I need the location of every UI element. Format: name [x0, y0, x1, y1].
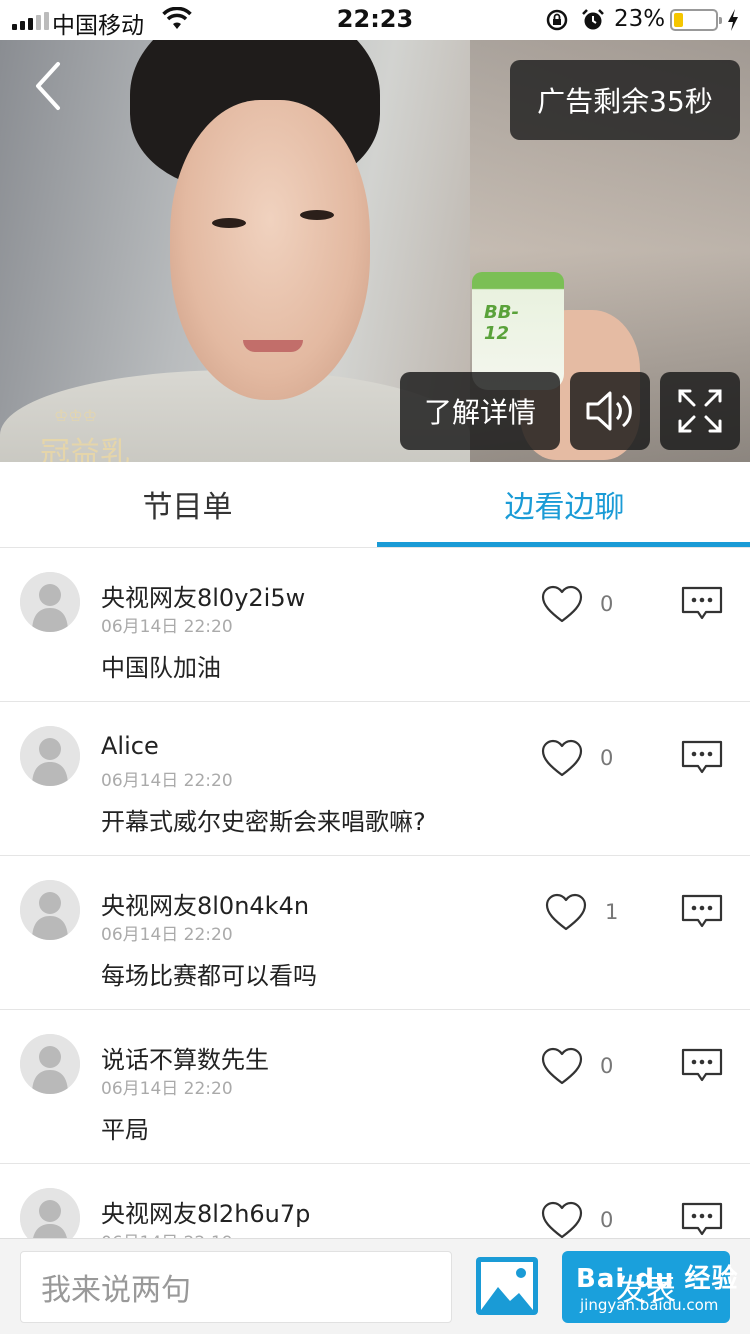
heart-icon[interactable] — [540, 1200, 584, 1238]
charging-icon — [728, 9, 738, 31]
avatar[interactable] — [20, 1188, 80, 1238]
tab-bar: 节目单 边看边聊 — [0, 462, 750, 548]
default-avatar-icon — [20, 1188, 80, 1238]
comment-timestamp: 06月14日 22:20 — [101, 771, 233, 791]
battery-percent: 23% — [614, 6, 666, 32]
default-avatar-icon — [20, 572, 80, 632]
comment-item: Alice 06月14日 22:20 开幕式威尔史密斯会来唱歌嘛? 0 — [0, 702, 750, 856]
status-bar: 中国移动 22:23 23% — [0, 0, 750, 40]
comment-input[interactable]: 我来说两句 — [20, 1251, 452, 1323]
heart-icon[interactable] — [540, 1046, 584, 1086]
comment-text: 中国队加油 — [101, 654, 221, 682]
battery-icon — [670, 9, 722, 31]
comment-timestamp: 06月14日 22:20 — [101, 925, 233, 945]
volume-button[interactable] — [570, 372, 650, 450]
avatar[interactable] — [20, 880, 80, 940]
avatar[interactable] — [20, 726, 80, 786]
comment-username[interactable]: 央视网友8l0y2i5w — [101, 578, 305, 613]
heart-icon[interactable] — [540, 584, 584, 624]
like-count: 0 — [600, 1208, 614, 1232]
comment-composer: 我来说两句 发表 — [0, 1238, 750, 1334]
tab-watch-and-chat[interactable]: 边看边聊 — [377, 462, 750, 546]
back-button[interactable] — [24, 58, 72, 114]
comment-text: 开幕式威尔史密斯会来唱歌嘛? — [101, 808, 426, 836]
reply-bubble-icon[interactable] — [680, 1046, 724, 1086]
comment-timestamp: 06月14日 22:20 — [101, 1079, 233, 1099]
heart-icon[interactable] — [544, 892, 588, 932]
avatar[interactable] — [20, 572, 80, 632]
reply-bubble-icon[interactable] — [680, 892, 724, 932]
presenter-face — [170, 100, 370, 400]
comment-timestamp: 06月14日 22:20 — [101, 617, 233, 637]
ad-countdown: 广告剩余35秒 — [510, 60, 740, 140]
speaker-icon — [586, 391, 632, 431]
comment-item: 央视网友8l0n4k4n 06月14日 22:20 每场比赛都可以看吗 1 — [0, 856, 750, 1010]
send-button[interactable]: 发表 — [562, 1251, 730, 1323]
comment-username[interactable]: 央视网友8l2h6u7p — [101, 1194, 310, 1229]
product-label: BB-12 — [484, 302, 519, 344]
comment-list[interactable]: 央视网友8l0y2i5w 06月14日 22:20 中国队加油 0 Alice … — [0, 548, 750, 1238]
comment-username[interactable]: 央视网友8l0n4k4n — [101, 886, 309, 921]
brand-logo: ♔♔♔ 冠益乳 — [40, 406, 130, 462]
like-count: 1 — [605, 900, 619, 924]
comment-text: 平局 — [101, 1116, 149, 1144]
default-avatar-icon — [20, 880, 80, 940]
like-count: 0 — [600, 1054, 614, 1078]
comment-item: 央视网友8l2h6u7p 06月14日 22:19 0 — [0, 1164, 750, 1238]
avatar[interactable] — [20, 1034, 80, 1094]
reply-bubble-icon[interactable] — [680, 1200, 724, 1238]
default-avatar-icon — [20, 726, 80, 786]
comment-item: 说话不算数先生 06月14日 22:20 平局 0 — [0, 1010, 750, 1164]
comment-username[interactable]: Alice — [101, 732, 159, 760]
reply-bubble-icon[interactable] — [680, 738, 724, 778]
rotation-lock-icon — [546, 9, 568, 31]
tab-program-list[interactable]: 节目单 — [0, 462, 375, 546]
active-tab-indicator — [377, 542, 750, 547]
heart-icon[interactable] — [540, 738, 584, 778]
expand-icon — [678, 389, 722, 433]
image-icon[interactable] — [474, 1255, 540, 1317]
comment-item: 央视网友8l0y2i5w 06月14日 22:20 中国队加油 0 — [0, 548, 750, 702]
comment-text: 每场比赛都可以看吗 — [101, 962, 317, 990]
like-count: 0 — [600, 592, 614, 616]
comment-timestamp: 06月14日 22:19 — [101, 1228, 233, 1238]
alarm-icon — [582, 9, 604, 30]
fullscreen-button[interactable] — [660, 372, 740, 450]
comment-username[interactable]: 说话不算数先生 — [101, 1040, 269, 1075]
default-avatar-icon — [20, 1034, 80, 1094]
learn-more-button[interactable]: 了解详情 — [400, 372, 560, 450]
reply-bubble-icon[interactable] — [680, 584, 724, 624]
like-count: 0 — [600, 746, 614, 770]
